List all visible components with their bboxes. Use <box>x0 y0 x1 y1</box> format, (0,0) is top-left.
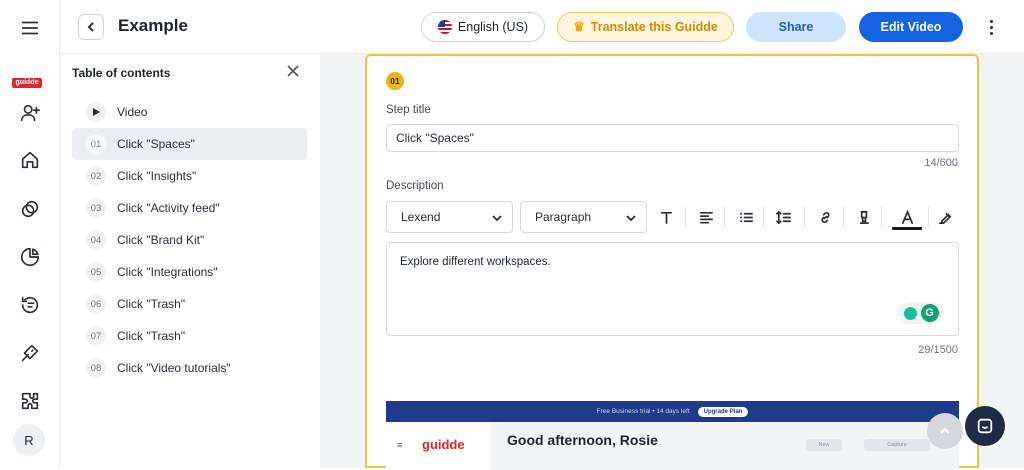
step-title-input[interactable] <box>386 124 959 152</box>
add-user-icon[interactable] <box>18 101 42 125</box>
table-of-contents: Table of contents Video 01 Click "Spaces" 0… <box>60 54 320 468</box>
step-number-badge: 01 <box>386 72 404 90</box>
clear-format-icon[interactable] <box>933 205 957 229</box>
toc-item-label: Click "Insights" <box>117 169 197 183</box>
preview-menu-icon: ≡ <box>397 440 403 450</box>
grammarly-widget[interactable]: G <box>898 302 944 324</box>
description-label: Description <box>386 180 444 192</box>
translate-button[interactable]: ♛ Translate this Guidde <box>557 12 734 42</box>
preview-capture-chip: Capture <box>864 439 930 451</box>
top-header: Example English (US) ♛ Translate this Gu… <box>60 0 1024 54</box>
toc-step-number: 04 <box>86 230 106 250</box>
toc-step-number: 01 <box>86 134 106 154</box>
chevron-left-icon <box>87 22 94 32</box>
paragraph-style-select[interactable]: Paragraph <box>520 201 647 233</box>
toc-item-video[interactable]: Video <box>72 96 307 128</box>
paragraph-style-value: Paragraph <box>535 210 592 224</box>
toc-list: Video 01 Click "Spaces" 02 Click "Insights" 0… <box>72 96 307 384</box>
align-left-icon[interactable] <box>694 205 718 229</box>
grammarly-icon: G <box>920 304 939 322</box>
chevron-down-icon <box>626 215 636 222</box>
left-rail: guidde R <box>0 0 60 468</box>
toc-step-number: 03 <box>86 198 106 218</box>
preview-trial-text: Free Business trial • 14 days left <box>596 408 690 415</box>
chat-icon <box>977 418 993 434</box>
text-color-swatch <box>892 227 922 230</box>
translate-label: Translate this Guidde <box>590 20 718 34</box>
preview-trial-banner: Free Business trial • 14 days left Upgra… <box>386 401 959 422</box>
bullet-list-icon[interactable] <box>734 205 758 229</box>
us-flag-icon <box>437 20 452 34</box>
toc-item[interactable]: 02 Click "Insights" <box>72 160 307 192</box>
close-icon[interactable] <box>286 64 302 80</box>
main-editor: 01 Step title 14/600 Description Lexend … <box>320 54 1024 470</box>
brand-kit-icon[interactable] <box>18 341 42 365</box>
lightbulb-icon <box>903 306 917 320</box>
toc-step-number: 05 <box>86 262 106 282</box>
toc-item-label: Click "Spaces" <box>117 137 195 151</box>
user-avatar[interactable]: R <box>13 424 45 456</box>
text-color-icon[interactable] <box>895 205 919 229</box>
toc-item-label: Video <box>117 105 148 119</box>
chevron-down-icon <box>492 215 502 222</box>
highlighter-icon[interactable] <box>852 205 876 229</box>
description-text[interactable]: Explore different workspaces. <box>400 256 551 268</box>
menu-icon[interactable] <box>18 16 42 40</box>
description-char-counter: 29/1500 <box>918 344 958 356</box>
more-options-icon[interactable] <box>981 16 1001 38</box>
toc-item-label: Click "Integrations" <box>117 265 218 279</box>
toc-item-label: Click "Trash" <box>117 329 186 343</box>
step-title-label: Step title <box>386 104 431 116</box>
toc-item-label: Click "Video tutorials" <box>117 361 231 375</box>
preview-upgrade-button: Upgrade Plan <box>697 406 749 417</box>
scroll-to-top-button[interactable] <box>927 413 963 449</box>
description-editor[interactable]: Explore different workspaces. G <box>386 242 959 336</box>
toc-item[interactable]: 06 Click "Trash" <box>72 288 307 320</box>
language-label: English (US) <box>457 20 529 34</box>
toc-step-number: 08 <box>86 358 106 378</box>
language-selector[interactable]: English (US) <box>421 12 545 42</box>
line-height-icon[interactable] <box>771 205 795 229</box>
toc-item[interactable]: 07 Click "Trash" <box>72 320 307 352</box>
title-char-counter: 14/600 <box>924 157 958 169</box>
play-icon <box>86 102 106 122</box>
preview-logo: guidde <box>422 437 465 452</box>
step-screenshot-preview[interactable]: Free Business trial • 14 days left Upgra… <box>386 401 959 470</box>
support-chat-button[interactable] <box>965 406 1005 446</box>
activity-feed-icon[interactable] <box>18 293 42 317</box>
toc-step-number: 02 <box>86 166 106 186</box>
home-icon[interactable] <box>18 148 42 172</box>
chevron-up-icon <box>940 427 950 434</box>
brand-logo: guidde <box>12 78 42 88</box>
step-card: 01 Step title 14/600 Description Lexend … <box>365 54 979 470</box>
toc-item[interactable]: 08 Click "Video tutorials" <box>72 352 307 384</box>
toc-item[interactable]: 04 Click "Brand Kit" <box>72 224 307 256</box>
spaces-icon[interactable] <box>18 197 42 221</box>
toc-title: Table of contents <box>72 66 171 80</box>
font-family-select[interactable]: Lexend <box>386 201 513 233</box>
text-size-icon[interactable] <box>654 205 678 229</box>
toc-item-label: Click "Activity feed" <box>117 201 220 215</box>
share-button[interactable]: Share <box>746 12 846 42</box>
back-button[interactable] <box>78 14 104 40</box>
insights-icon[interactable] <box>18 245 42 269</box>
toc-step-number: 06 <box>86 294 106 314</box>
integrations-icon[interactable] <box>18 389 42 413</box>
toc-item[interactable]: 01 Click "Spaces" <box>72 128 307 160</box>
toc-step-number: 07 <box>86 326 106 346</box>
preview-greeting: Good afternoon, Rosie <box>507 432 658 448</box>
toc-item-label: Click "Brand Kit" <box>117 233 205 247</box>
preview-new-chip: New <box>806 439 842 451</box>
page-title: Example <box>118 16 188 35</box>
crown-icon: ♛ <box>573 19 585 34</box>
toc-item[interactable]: 03 Click "Activity feed" <box>72 192 307 224</box>
preview-body: ≡ guidde Good afternoon, Rosie New Captu… <box>386 422 959 470</box>
edit-video-button[interactable]: Edit Video <box>859 12 963 42</box>
toc-item-label: Click "Trash" <box>117 297 186 311</box>
link-icon[interactable] <box>813 205 837 229</box>
toc-item[interactable]: 05 Click "Integrations" <box>72 256 307 288</box>
font-family-value: Lexend <box>401 210 441 224</box>
